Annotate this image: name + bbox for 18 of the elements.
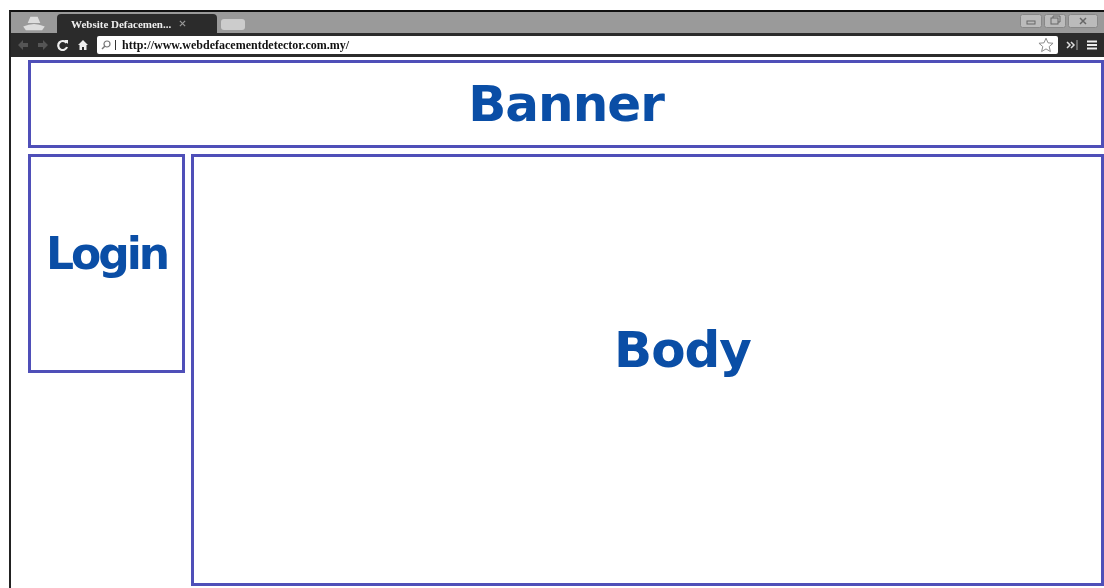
search-icon xyxy=(101,40,116,50)
home-icon[interactable] xyxy=(77,39,89,51)
login-label: Login xyxy=(45,228,168,279)
address-bar[interactable]: http://www.webdefacementdetector.com.my/ xyxy=(97,36,1058,54)
browser-tab[interactable]: Website Defacemen... xyxy=(57,14,217,33)
back-icon[interactable] xyxy=(17,39,29,51)
minimize-icon[interactable] xyxy=(1020,14,1042,28)
extensions-icon[interactable] xyxy=(1066,39,1078,51)
close-icon[interactable] xyxy=(179,20,187,27)
close-icon[interactable] xyxy=(1068,14,1098,28)
restore-icon[interactable] xyxy=(1044,14,1066,28)
reload-icon[interactable] xyxy=(57,39,69,51)
star-icon[interactable] xyxy=(1038,37,1054,53)
forward-icon[interactable] xyxy=(37,39,49,51)
banner-label: Banner xyxy=(468,75,664,133)
menu-icon[interactable] xyxy=(1086,39,1098,51)
body-label: Body xyxy=(614,321,751,379)
tab-title: Website Defacemen... xyxy=(71,17,172,30)
